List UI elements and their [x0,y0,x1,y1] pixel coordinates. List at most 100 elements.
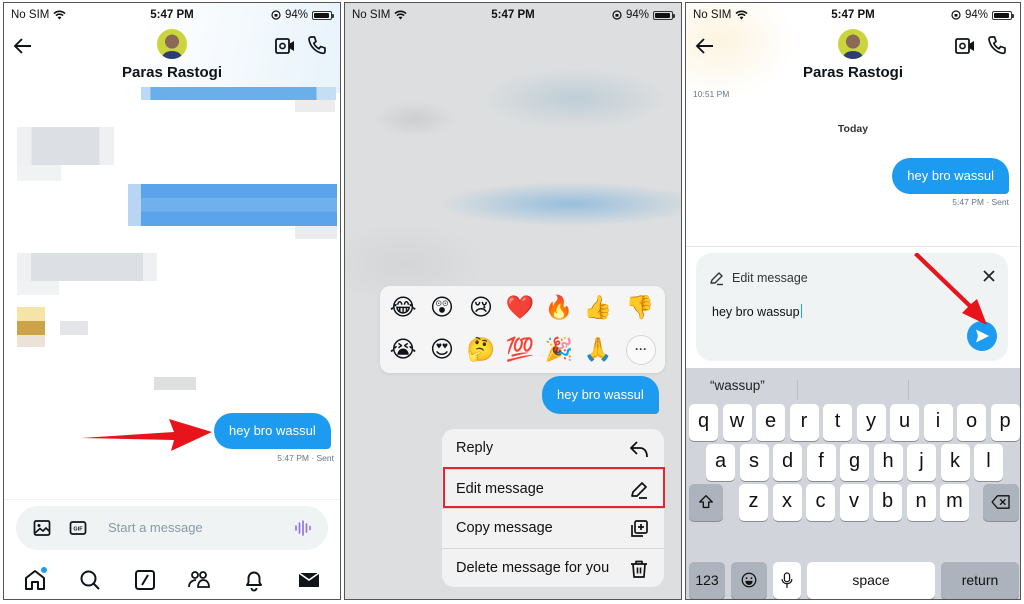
edited-message-bubble[interactable]: hey bro wassul [892,158,1009,194]
tab-home[interactable] [22,567,48,593]
phone-call-icon[interactable] [986,34,1008,56]
return-key[interactable]: return [941,562,1019,599]
video-call-icon[interactable] [274,35,296,57]
back-arrow-icon[interactable] [694,35,716,57]
reaction-pray[interactable]: 🙏 [581,333,615,367]
orientation-lock-icon [612,10,622,20]
tab-communities[interactable] [186,567,212,593]
composer-placeholder[interactable]: Start a message [108,520,203,535]
reaction-crying[interactable]: 😭 [386,333,420,367]
gif-icon[interactable]: GIF [68,518,88,538]
menu-item-edit-message[interactable]: Edit message [442,468,664,509]
voice-message-icon[interactable] [292,518,312,538]
key-d[interactable]: d [773,444,802,481]
status-bar: No SIM 5:47 PM 94% [4,3,340,29]
message-composer[interactable]: GIF Start a message [16,506,328,550]
selected-message-bubble[interactable]: hey bro wassul [542,376,659,414]
message-context-menu: Reply Edit message Copy message Delete m… [442,429,664,587]
edit-message-input[interactable]: hey bro wassup [712,304,802,319]
key-l[interactable]: l [974,444,1003,481]
back-arrow-icon[interactable] [12,35,34,57]
key-x[interactable]: x [772,484,802,521]
chat-header: Paras Rastogi [686,29,1020,87]
key-j[interactable]: j [907,444,936,481]
panel-edit-message: No SIM 5:47 PM 94% Paras Rastogi 10:51 P… [685,2,1021,600]
avatar[interactable] [838,29,868,59]
numbers-key[interactable]: 123 [689,562,725,599]
key-z[interactable]: z [739,484,768,521]
predictive-bar: “wassup” [686,368,1020,404]
menu-item-copy-message[interactable]: Copy message [442,508,664,548]
key-n[interactable]: n [906,484,936,521]
status-right: 94% [271,9,334,21]
space-key[interactable]: space [807,562,935,599]
phone-call-icon[interactable] [306,34,328,56]
key-t[interactable]: t [823,404,852,441]
reaction-thumbs-up[interactable]: 👍 [581,291,615,325]
sent-message-bubble[interactable]: hey bro wassul [214,413,331,449]
key-h[interactable]: h [873,444,903,481]
menu-item-delete-message[interactable]: Delete message for you [442,547,664,588]
tab-messages[interactable] [296,567,322,593]
key-m[interactable]: m [940,484,969,521]
key-g[interactable]: g [840,444,869,481]
shift-key[interactable] [689,484,723,521]
shift-icon [699,495,713,509]
send-button[interactable] [967,321,997,351]
panel-chat-view: No SIM 5:47 PM 94% Paras Rastogi hey bro… [3,2,341,600]
key-r[interactable]: r [789,404,819,441]
key-a[interactable]: a [706,444,735,481]
menu-item-label: Delete message for you [456,559,610,576]
obscured-date [154,377,196,390]
key-k[interactable]: k [940,444,970,481]
key-i[interactable]: i [923,404,953,441]
avatar[interactable] [157,29,187,59]
tab-search[interactable] [77,567,103,593]
key-b[interactable]: b [873,484,902,521]
dictation-key[interactable] [773,562,801,599]
tab-grok[interactable] [132,567,158,593]
key-c[interactable]: c [806,484,835,521]
contact-name[interactable]: Paras Rastogi [686,64,1020,81]
menu-item-reply[interactable]: Reply [442,429,664,469]
key-f[interactable]: f [806,444,836,481]
close-icon[interactable] [982,269,996,283]
reaction-party[interactable]: 🎉 [542,333,576,367]
orientation-lock-icon [271,10,281,20]
svg-text:GIF: GIF [73,527,83,533]
mail-icon [298,572,320,587]
contact-name[interactable]: Paras Rastogi [4,64,340,81]
reaction-thumbs-down[interactable]: 👎 [623,291,657,325]
reaction-hundred[interactable]: 💯 [503,333,537,367]
status-bar: No SIM 5:47 PM 94% [686,3,1020,29]
key-u[interactable]: u [890,404,919,441]
key-y[interactable]: y [856,404,886,441]
keyboard: “wassup” qwertyuiopasdfghjklzxcvbnm 123 … [686,368,1020,599]
key-v[interactable]: v [839,484,869,521]
emoji-key[interactable] [731,562,767,599]
key-s[interactable]: s [739,444,769,481]
slash-box-icon [134,570,155,590]
reaction-fire[interactable]: 🔥 [542,291,576,325]
key-p[interactable]: p [990,404,1020,441]
reaction-heart[interactable]: ❤️ [503,291,537,325]
reaction-sad[interactable]: 😢 [464,291,498,325]
backspace-key[interactable] [983,484,1019,521]
orientation-lock-icon [951,10,961,20]
image-icon[interactable] [32,518,52,538]
key-w[interactable]: w [722,404,752,441]
video-call-icon[interactable] [954,35,976,57]
reaction-thinking[interactable]: 🤔 [464,333,498,367]
status-right: 94% [612,9,675,21]
obscured-image [17,307,45,321]
suggestion-1[interactable]: “wassup” [710,378,765,393]
reaction-heart-eyes[interactable]: 😍 [425,333,459,367]
more-reactions-button[interactable]: ··· [626,335,656,365]
reaction-astonished[interactable]: 😲 [425,291,459,325]
key-e[interactable]: e [756,404,785,441]
key-o[interactable]: o [957,404,986,441]
status-right: 94% [951,9,1014,21]
key-q[interactable]: q [689,404,718,441]
tab-notifications[interactable] [241,567,267,593]
reaction-laugh[interactable]: 😂 [386,291,420,325]
